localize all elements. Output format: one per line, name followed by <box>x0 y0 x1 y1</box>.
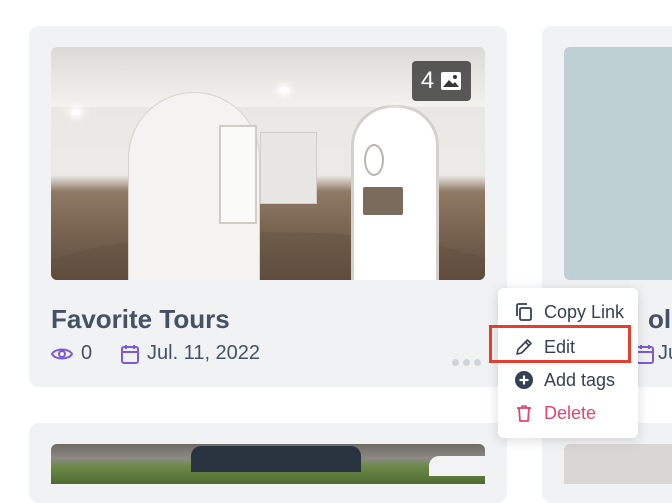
image-count: 4 <box>420 67 435 94</box>
thumbnail-mirror <box>364 144 384 176</box>
image-icon <box>441 72 462 90</box>
plus-circle-icon <box>515 371 533 389</box>
thumbnail-light <box>279 87 289 93</box>
tour-date-right: Ju <box>658 342 672 364</box>
more-options-button[interactable] <box>452 359 481 366</box>
menu-item-label: Copy Link <box>544 302 625 322</box>
thumbnail-door <box>219 125 257 224</box>
menu-item-label: Add tags <box>544 370 616 390</box>
thumbnail-car <box>429 456 485 476</box>
menu-item-copy-link[interactable]: Copy Link <box>498 296 638 328</box>
tour-title-right[interactable]: olde <box>648 304 672 335</box>
thumbnail-light <box>71 109 81 115</box>
tour-title[interactable]: Favorite Tours <box>51 304 230 335</box>
date-value: Jul. 11, 2022 <box>147 342 261 364</box>
tour-date: Jul. 11, 2022 <box>121 342 260 365</box>
menu-item-add-tags[interactable]: Add tags <box>498 364 638 396</box>
menu-item-label: Delete <box>544 403 597 423</box>
dot <box>452 359 459 366</box>
views-count: 0 <box>51 342 92 365</box>
views-value: 0 <box>81 342 93 364</box>
thumbnail-car <box>191 446 361 472</box>
copy-icon <box>516 303 532 321</box>
calendar-icon <box>121 344 139 364</box>
thumbnail-vanity <box>363 187 403 215</box>
dot <box>463 359 470 366</box>
eye-icon <box>51 348 73 359</box>
tour-thumbnail-right[interactable] <box>564 47 672 280</box>
tour-thumbnail-bottom-right[interactable] <box>564 444 672 484</box>
thumbnail-light <box>391 111 401 117</box>
image-count-badge: 4 <box>412 61 471 101</box>
calendar-icon <box>636 345 654 364</box>
dot <box>474 359 481 366</box>
edit-highlight-box <box>489 325 631 363</box>
thumbnail-hall <box>260 132 317 204</box>
menu-item-delete[interactable]: Delete <box>498 397 638 429</box>
tour-thumbnail-bottom[interactable] <box>51 444 485 484</box>
trash-icon <box>517 405 531 422</box>
